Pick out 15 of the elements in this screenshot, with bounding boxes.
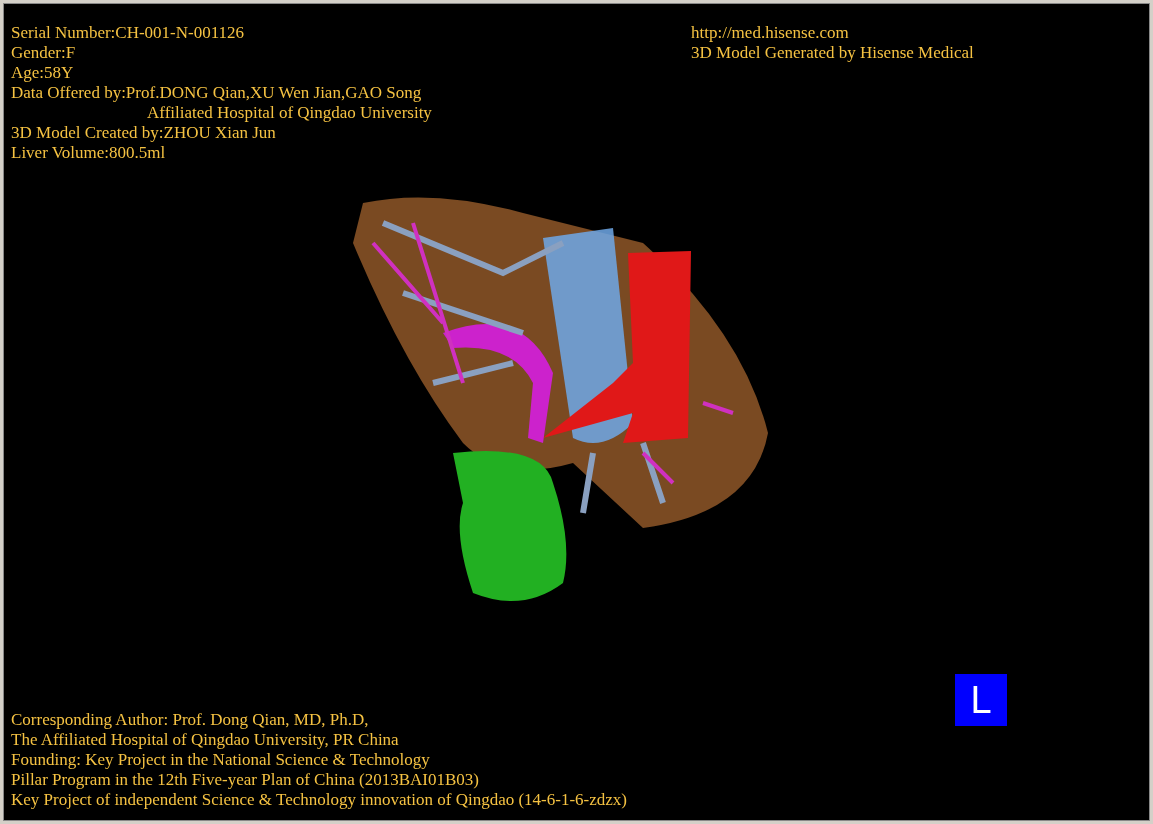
- info-text: Gender:F: [11, 43, 77, 63]
- info-text: Key Project of independent Science & Technology innovation of Qingdao (14-6-1-6-zdzx): [11, 790, 627, 810]
- info-text: Founding: Key Project in the National Science & Technology: [11, 750, 431, 770]
- info-text: Corresponding Author: Prof. Dong Qian, MD, Ph.D,: [11, 710, 370, 730]
- info-text: Liver Volume:800.5ml: [11, 143, 167, 163]
- info-text: 3D Model Generated by Hisense Medical: [691, 43, 974, 63]
- info-text: Serial Number:CH-001-N-001126: [11, 23, 246, 43]
- info-text: 3D Model Created by:ZHOU Xian Jun: [11, 123, 277, 143]
- info-text: The Affiliated Hospital of Qingdao University, PR China: [11, 730, 400, 750]
- info-text: http://med.hisense.com: [691, 23, 850, 43]
- info-text: Pillar Program in the 12th Five-year Plan of China (2013BAI01B03): [11, 770, 480, 790]
- info-text: Affiliated Hospital of Qingdao University: [146, 103, 432, 123]
- orientation-marker: L: [955, 674, 1007, 726]
- info-text: Data Offered by:Prof.DONG Qian,XU Wen Jian,GAO Song: [11, 83, 423, 103]
- info-text: Age:58Y: [11, 63, 75, 83]
